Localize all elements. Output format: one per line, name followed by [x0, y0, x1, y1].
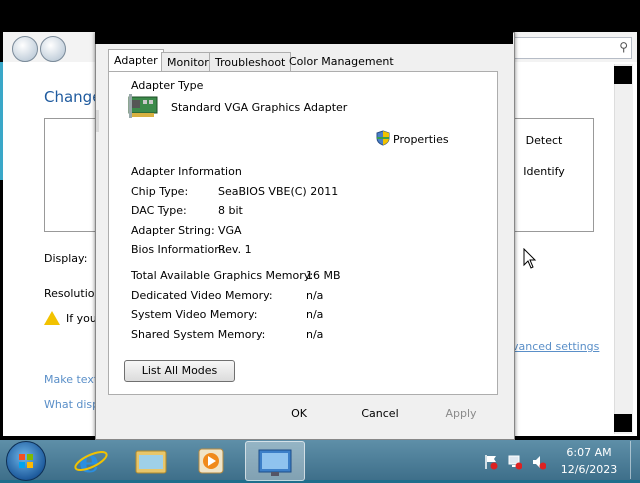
adapter-type-heading: Adapter Type [131, 79, 204, 92]
warning-text: If you [66, 312, 97, 325]
shared-memory-label: Shared System Memory: [131, 328, 266, 341]
system-memory-label: System Video Memory: [131, 308, 258, 321]
cancel-button[interactable]: Cancel [355, 404, 405, 424]
forward-button[interactable] [40, 36, 66, 62]
bios-info-value: Rev. 1 [218, 243, 252, 256]
tab-color-management[interactable]: Color Management [284, 52, 399, 71]
clock-date[interactable]: 12/6/2023 [556, 463, 622, 476]
search-input[interactable]: ⚲ [512, 37, 632, 59]
show-desktop-button[interactable] [630, 441, 640, 479]
tab-troubleshoot[interactable]: Troubleshoot [209, 52, 292, 72]
internet-explorer-icon: e [74, 442, 108, 480]
ok-button[interactable]: OK [274, 404, 324, 424]
warning-icon [44, 311, 60, 325]
detect-button[interactable]: Detect [518, 131, 570, 151]
advanced-settings-link[interactable]: vanced settings [512, 340, 599, 353]
adapter-name: Standard VGA Graphics Adapter [171, 101, 348, 114]
total-memory-label: Total Available Graphics Memory: [131, 269, 314, 282]
dialog-titlebar [95, 32, 513, 44]
link-make-text[interactable]: Make text [44, 373, 98, 386]
adapter-string-label: Adapter String: [131, 224, 215, 237]
dac-type-value: 8 bit [218, 204, 243, 217]
link-what-display[interactable]: What disp [44, 398, 99, 411]
monitor-preview[interactable] [44, 118, 98, 232]
graphics-card-icon [128, 94, 158, 118]
svg-text:e: e [79, 442, 99, 479]
identify-button[interactable]: Identify [518, 162, 570, 182]
taskbar-internet-explorer[interactable]: e [62, 441, 120, 480]
background-scrollbar[interactable] [614, 64, 633, 434]
properties-button[interactable]: Properties [393, 133, 449, 146]
search-icon: ⚲ [619, 40, 628, 54]
action-center-flag-icon[interactable] [484, 454, 498, 470]
left-edge [0, 62, 3, 180]
tab-adapter[interactable]: Adapter [108, 49, 164, 72]
volume-icon[interactable] [532, 454, 546, 470]
display-settings-icon [258, 449, 292, 476]
taskbar-screen-resolution[interactable] [245, 441, 305, 481]
chip-type-value: SeaBIOS VBE(C) 2011 [218, 185, 339, 198]
resolution-label: Resolutio [44, 287, 95, 300]
media-player-icon [198, 448, 224, 474]
shared-memory-value: n/a [306, 328, 324, 341]
network-icon[interactable] [508, 454, 522, 470]
list-all-modes-button[interactable]: List All Modes [124, 360, 235, 382]
page-title: Change [44, 88, 102, 106]
folder-icon [135, 450, 167, 474]
windows-logo-icon [19, 454, 33, 468]
bios-info-label: Bios Information: [131, 243, 225, 256]
mouse-cursor-icon [523, 248, 537, 269]
dialog-left-grip [96, 110, 99, 132]
apply-button[interactable]: Apply [436, 404, 486, 424]
adapter-info-heading: Adapter Information [131, 165, 242, 178]
system-memory-value: n/a [306, 308, 324, 321]
dedicated-memory-label: Dedicated Video Memory: [131, 289, 273, 302]
taskbar-media-player[interactable] [182, 441, 240, 479]
display-label: Display: [44, 252, 88, 265]
scroll-down-block [614, 414, 632, 432]
scroll-up-block [614, 66, 632, 84]
dac-type-label: DAC Type: [131, 204, 187, 217]
start-button[interactable] [6, 441, 46, 481]
back-button[interactable] [12, 36, 38, 62]
shield-icon [376, 130, 390, 146]
tab-monitor[interactable]: Monitor [161, 52, 215, 72]
total-memory-value: 16 MB [306, 269, 341, 282]
dedicated-memory-value: n/a [306, 289, 324, 302]
taskbar-explorer[interactable] [122, 441, 180, 479]
chip-type-label: Chip Type: [131, 185, 189, 198]
adapter-string-value: VGA [218, 224, 242, 237]
clock-time[interactable]: 6:07 AM [556, 446, 622, 459]
